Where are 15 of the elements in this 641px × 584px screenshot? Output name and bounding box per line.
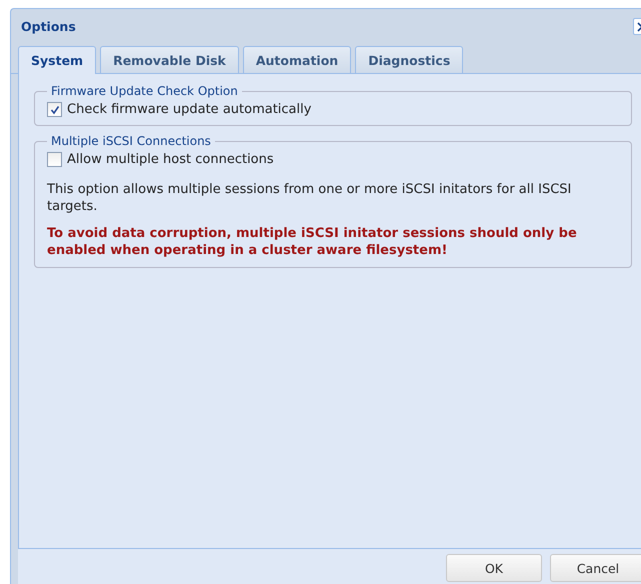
tab[interactable]: System xyxy=(18,46,96,74)
window-title: Options xyxy=(21,19,76,34)
warning-text: To avoid data corruption, multiple iSCSI initator sessions should only be enabled when operating in a cluster aware filesystem! xyxy=(47,225,578,259)
checkbox[interactable] xyxy=(47,102,62,117)
dialog-button[interactable]: Cancel xyxy=(550,554,641,582)
checkbox-label: Check firmware update automatically xyxy=(67,102,312,117)
description-text: This option allows multiple sessions from one or more iSCSI initators for all ISCSI targets. xyxy=(47,181,572,215)
dialog-button[interactable]: OK xyxy=(446,554,542,582)
group-legend: Firmware Update Check Option xyxy=(47,84,242,98)
checkbox-label: Allow multiple host connections xyxy=(67,152,274,167)
tab[interactable]: Automation xyxy=(242,46,352,73)
tab[interactable]: Removable Disk xyxy=(100,46,239,73)
tab[interactable]: Diagnostics xyxy=(355,46,464,73)
checkbox[interactable] xyxy=(47,152,62,167)
group-legend: Multiple iSCSI Connections xyxy=(47,134,215,148)
